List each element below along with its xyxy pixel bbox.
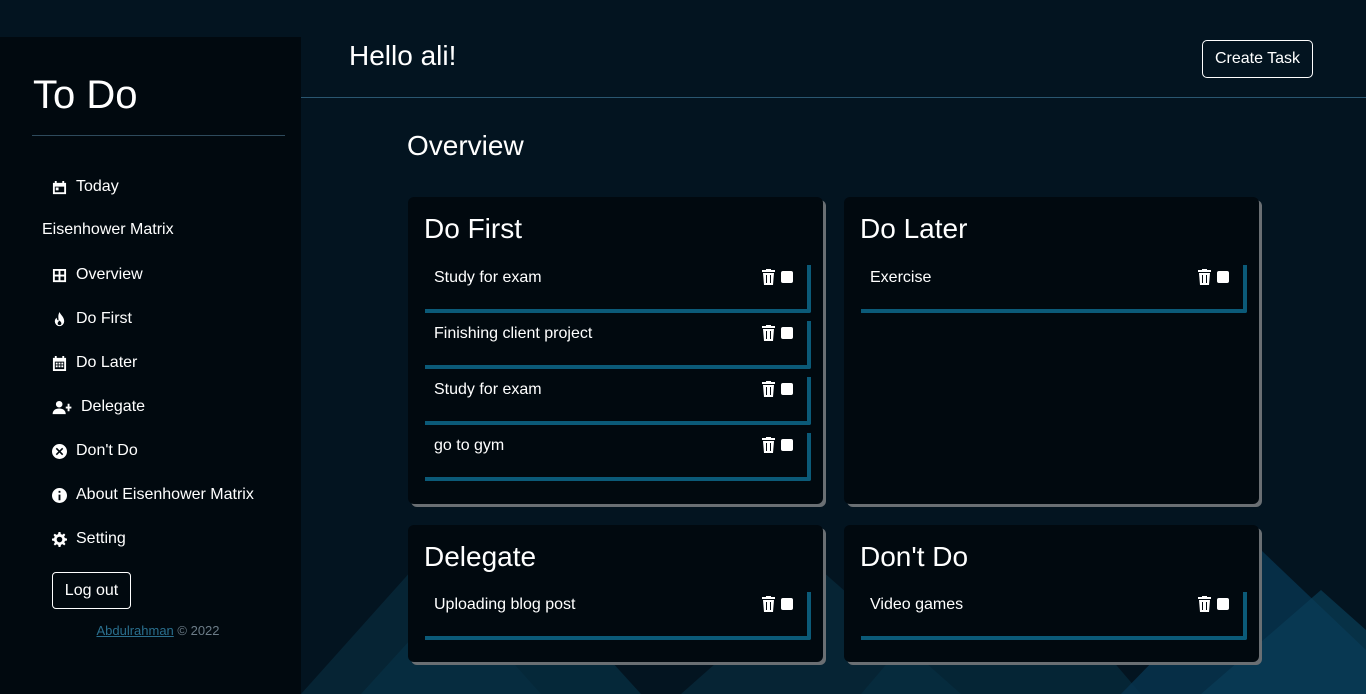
task-checkbox[interactable] — [781, 598, 793, 610]
sidebar-item-label: Delegate — [81, 398, 146, 415]
card-delegate: Delegate Uploading blog post — [408, 525, 823, 662]
task-item: go to gym — [425, 433, 811, 481]
sidebar-item-label: About Eisenhower Matrix — [76, 486, 254, 503]
task-checkbox[interactable] — [781, 271, 793, 283]
card-do-first: Do First Study for exam Finishing client… — [408, 197, 823, 504]
task-text: Finishing client project — [434, 325, 593, 342]
task-item: Uploading blog post — [425, 592, 811, 640]
card-title: Do First — [424, 213, 522, 244]
card-dont-do: Don't Do Video games — [844, 525, 1259, 662]
sidebar: To Do Today Eisenhower Matrix Overview D… — [0, 37, 301, 694]
trash-icon[interactable] — [762, 596, 775, 612]
circle-x-icon — [52, 443, 67, 459]
task-text: Exercise — [870, 269, 932, 286]
task-checkbox[interactable] — [1217, 598, 1229, 610]
task-text: Video games — [870, 596, 964, 613]
sidebar-item-label: Do Later — [76, 354, 138, 371]
app-title: To Do — [33, 73, 138, 117]
logout-button[interactable]: Log out — [52, 572, 131, 609]
calendar-day-icon — [52, 180, 67, 194]
sidebar-heading: Eisenhower Matrix — [42, 221, 174, 238]
task-text: Uploading blog post — [434, 596, 576, 613]
trash-icon[interactable] — [762, 325, 775, 341]
page-title: Overview — [407, 130, 524, 161]
sidebar-item-about[interactable]: About Eisenhower Matrix — [52, 483, 254, 507]
task-text: Study for exam — [434, 381, 542, 398]
sidebar-item-do-later[interactable]: Do Later — [52, 351, 137, 375]
top-bar: Hello ali! Create Task — [301, 0, 1366, 98]
sidebar-item-label: Overview — [76, 266, 143, 283]
sidebar-item-today[interactable]: Today — [52, 175, 119, 199]
sidebar-divider — [32, 135, 285, 136]
task-checkbox[interactable] — [781, 383, 793, 395]
trash-icon[interactable] — [1198, 596, 1211, 612]
info-circle-icon — [52, 487, 67, 503]
task-item: Study for exam — [425, 377, 811, 425]
trash-icon[interactable] — [762, 269, 775, 285]
sidebar-item-do-first[interactable]: Do First — [52, 307, 132, 331]
task-text: go to gym — [434, 437, 505, 454]
create-task-button[interactable]: Create Task — [1202, 40, 1313, 78]
sidebar-item-label: Today — [76, 178, 119, 195]
sidebar-item-label: Don't Do — [76, 442, 138, 459]
task-item: Study for exam — [425, 265, 811, 313]
card-do-later: Do Later Exercise — [844, 197, 1259, 504]
trash-icon[interactable] — [762, 437, 775, 453]
card-title: Don't Do — [860, 541, 969, 572]
copyright-text: © 2022 — [177, 623, 220, 638]
trash-icon[interactable] — [762, 381, 775, 397]
task-checkbox[interactable] — [781, 439, 793, 451]
sidebar-item-label: Setting — [76, 530, 126, 547]
sidebar-item-overview[interactable]: Overview — [52, 263, 143, 287]
sidebar-item-delegate[interactable]: Delegate — [52, 395, 145, 419]
task-item: Video games — [861, 592, 1247, 640]
author-link[interactable]: Abdulrahman — [96, 623, 173, 638]
gear-icon — [52, 531, 67, 547]
sidebar-item-dont-do[interactable]: Don't Do — [52, 439, 138, 463]
trash-icon[interactable] — [1198, 269, 1211, 285]
footer: Abdulrahman © 2022 — [0, 623, 316, 638]
card-title: Delegate — [424, 541, 537, 572]
task-text: Study for exam — [434, 269, 542, 286]
task-item: Exercise — [861, 265, 1247, 313]
sidebar-item-setting[interactable]: Setting — [52, 527, 126, 551]
user-plus-icon — [52, 400, 72, 414]
sidebar-item-label: Do First — [76, 310, 132, 327]
calendar-icon — [52, 355, 67, 371]
task-item: Finishing client project — [425, 321, 811, 369]
card-title: Do Later — [860, 213, 968, 244]
greeting: Hello ali! — [349, 40, 457, 71]
task-checkbox[interactable] — [781, 327, 793, 339]
grid-icon — [52, 268, 67, 282]
task-checkbox[interactable] — [1217, 271, 1229, 283]
fire-icon — [54, 311, 65, 326]
